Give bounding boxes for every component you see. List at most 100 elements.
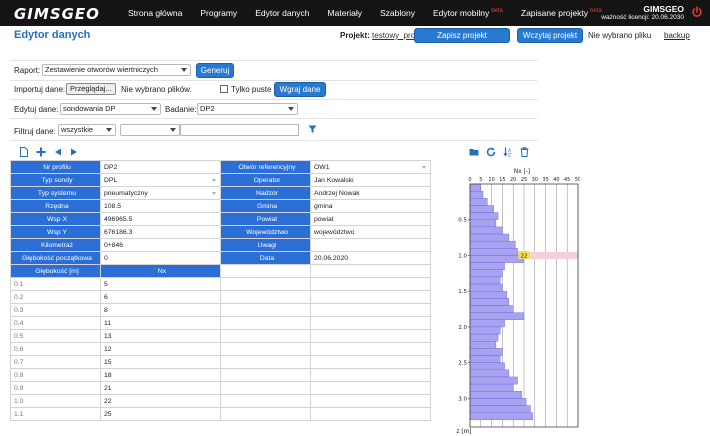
property-value-cell[interactable]: Jan Kowalski — [310, 173, 431, 187]
property-label-text: Rzędna — [45, 202, 69, 210]
nx-cell[interactable]: 25 — [100, 407, 221, 421]
depth-cell[interactable]: 0.8 — [10, 368, 101, 382]
empty-cell[interactable] — [220, 407, 311, 421]
only-empty-checkbox[interactable] — [220, 85, 228, 93]
empty-cell[interactable] — [220, 394, 311, 408]
nx-cell[interactable]: 13 — [100, 329, 221, 343]
depth-cell[interactable]: 0.3 — [10, 303, 101, 317]
empty-cell[interactable] — [310, 329, 431, 343]
property-value-cell[interactable]: OW1 — [310, 160, 431, 174]
depth-cell[interactable]: 0.2 — [10, 290, 101, 304]
user-name: GIMSGEO — [643, 4, 684, 14]
empty-cell[interactable] — [310, 407, 431, 421]
nx-bar — [469, 219, 497, 228]
property-value-cell[interactable]: DP2 — [100, 160, 221, 174]
power-icon[interactable] — [691, 6, 703, 18]
property-value-cell[interactable]: 0+846 — [100, 238, 221, 252]
table-row: 1.1 25 — [10, 407, 431, 421]
nav-item[interactable]: Materiały — [328, 8, 362, 18]
filter-icon[interactable] — [308, 125, 317, 134]
empty-cell[interactable] — [220, 316, 311, 330]
prev-arrow-icon[interactable] — [54, 148, 62, 156]
empty-cell[interactable] — [220, 277, 311, 291]
empty-cell[interactable] — [310, 277, 431, 291]
nx-cell[interactable]: 18 — [100, 368, 221, 382]
property-value-cell[interactable]: 676186.3 — [100, 225, 221, 239]
depth-cell[interactable]: 1.0 — [10, 394, 101, 408]
empty-cell[interactable] — [310, 381, 431, 395]
study-select[interactable]: DP2 — [197, 103, 298, 115]
depth-column-header-text: Głębokość [m] — [35, 267, 79, 275]
depth-cell[interactable]: 0.5 — [10, 329, 101, 343]
depth-cell[interactable]: 0.1 — [10, 277, 101, 291]
empty-cell[interactable] — [310, 394, 431, 408]
depth-column-header: Głębokość [m] — [10, 264, 101, 278]
property-row: Rzędna 108.5 Gmina gmina — [10, 199, 431, 213]
property-value-cell[interactable]: 0 — [100, 251, 221, 265]
backup-link[interactable]: backup — [664, 31, 690, 40]
folder-icon[interactable] — [469, 148, 479, 156]
depth-cell[interactable]: 0.9 — [10, 381, 101, 395]
depth-cell[interactable]: 0.7 — [10, 355, 101, 369]
save-project-button[interactable]: Zapisz projekt — [414, 28, 510, 43]
app-logo[interactable]: GIMSGEO — [14, 5, 100, 23]
nx-cell[interactable]: 8 — [100, 303, 221, 317]
nav-item[interactable]: Edytor danych — [255, 8, 309, 18]
nx-cell[interactable]: 6 — [100, 290, 221, 304]
filter-input[interactable] — [180, 124, 299, 136]
nx-cell[interactable]: 5 — [100, 277, 221, 291]
nav-item[interactable]: Programy — [200, 8, 237, 18]
empty-cell[interactable] — [220, 303, 311, 317]
nav-item[interactable]: Strona główna — [128, 8, 182, 18]
nav-item[interactable]: Zapisane projekty beta — [521, 8, 602, 18]
trash-icon[interactable] — [520, 147, 529, 157]
property-value-cell[interactable]: województwo — [310, 225, 431, 239]
browse-files-button[interactable]: Przeglądaj... — [66, 83, 116, 95]
empty-cell[interactable] — [310, 368, 431, 382]
property-value-cell[interactable] — [310, 238, 431, 252]
property-value-cell[interactable]: pneumatyczny — [100, 186, 221, 200]
property-value-cell[interactable]: Andrzej Nowak — [310, 186, 431, 200]
report-select[interactable]: Zestawienie otworów wiertniczych — [42, 64, 191, 76]
nx-cell[interactable]: 15 — [100, 355, 221, 369]
nx-cell[interactable]: 11 — [100, 316, 221, 330]
next-arrow-icon[interactable] — [70, 148, 78, 156]
nx-cell[interactable]: 22 — [100, 394, 221, 408]
property-value-cell[interactable]: 20.06.2020 — [310, 251, 431, 265]
nx-cell-text: 15 — [104, 358, 112, 366]
load-data-button[interactable]: Wgraj dane — [274, 82, 326, 97]
property-value-cell[interactable]: 496965.5 — [100, 212, 221, 226]
empty-cell[interactable] — [220, 368, 311, 382]
empty-cell[interactable] — [310, 303, 431, 317]
add-icon[interactable] — [36, 147, 46, 157]
new-file-icon[interactable] — [20, 147, 28, 157]
empty-cell[interactable] — [220, 355, 311, 369]
nav-item[interactable]: Szablony — [380, 8, 415, 18]
empty-cell[interactable] — [220, 329, 311, 343]
empty-cell[interactable] — [220, 290, 311, 304]
edit-data-label: Edytuj dane: — [14, 105, 59, 114]
depth-cell[interactable]: 1.1 — [10, 407, 101, 421]
empty-cell[interactable] — [310, 316, 431, 330]
nav-item[interactable]: Edytor mobilny beta — [433, 8, 503, 18]
sort-icon[interactable]: A Z — [503, 147, 513, 157]
generate-button[interactable]: Generuj — [196, 63, 234, 78]
depth-cell[interactable]: 0.6 — [10, 342, 101, 356]
empty-cell[interactable] — [310, 355, 431, 369]
refresh-icon[interactable] — [486, 147, 496, 157]
empty-cell[interactable] — [310, 342, 431, 356]
property-value-cell[interactable]: gmina — [310, 199, 431, 213]
load-project-button[interactable]: Wczytaj projekt — [517, 28, 583, 43]
property-value-cell[interactable]: DPL — [100, 173, 221, 187]
empty-cell[interactable] — [310, 290, 431, 304]
nx-cell[interactable]: 21 — [100, 381, 221, 395]
empty-cell[interactable] — [220, 381, 311, 395]
filter-select[interactable]: wszystkie — [58, 124, 116, 136]
nx-cell[interactable]: 12 — [100, 342, 221, 356]
edit-data-select[interactable]: sondowania DP — [60, 103, 161, 115]
filter-column-select[interactable] — [120, 124, 180, 136]
property-value-cell[interactable]: powiat — [310, 212, 431, 226]
property-value-cell[interactable]: 108.5 — [100, 199, 221, 213]
depth-cell[interactable]: 0.4 — [10, 316, 101, 330]
empty-cell[interactable] — [220, 342, 311, 356]
